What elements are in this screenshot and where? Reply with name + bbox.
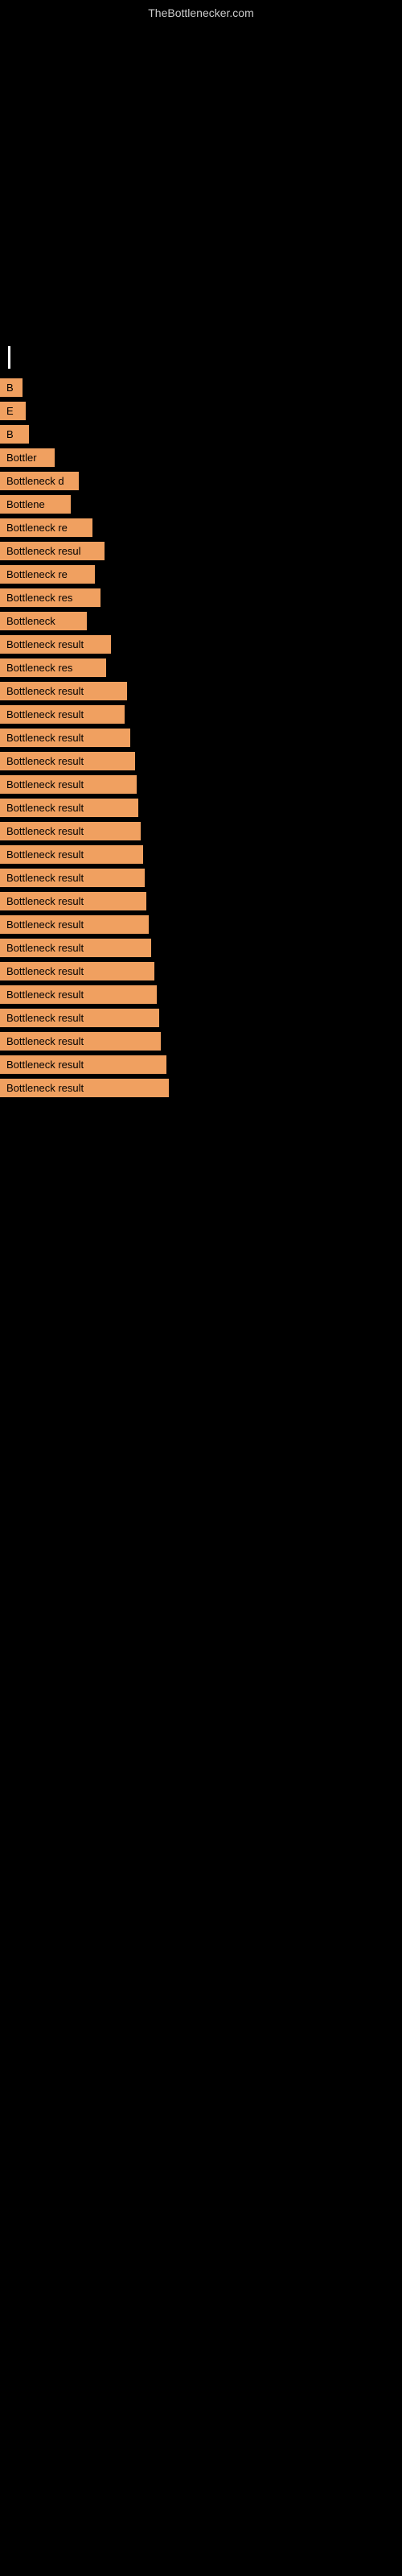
bottleneck-item-6: Bottlene bbox=[0, 495, 71, 514]
bottleneck-item-1: B bbox=[0, 378, 23, 397]
bottleneck-item-21: Bottleneck result bbox=[0, 845, 143, 864]
bottleneck-item-25: Bottleneck result bbox=[0, 939, 151, 957]
bottleneck-item-28: Bottleneck result bbox=[0, 1009, 159, 1027]
bottleneck-item-10: Bottleneck res bbox=[0, 588, 100, 607]
bottleneck-item-11: Bottleneck bbox=[0, 612, 87, 630]
bottleneck-item-3: B bbox=[0, 425, 29, 444]
bottleneck-item-16: Bottleneck result bbox=[0, 729, 130, 747]
text-cursor bbox=[8, 346, 10, 369]
site-title: TheBottlenecker.com bbox=[148, 6, 254, 19]
bottleneck-item-24: Bottleneck result bbox=[0, 915, 149, 934]
bottleneck-item-31: Bottleneck result bbox=[0, 1079, 169, 1097]
bottleneck-item-2: E bbox=[0, 402, 26, 420]
bottleneck-item-18: Bottleneck result bbox=[0, 775, 137, 794]
bottleneck-item-23: Bottleneck result bbox=[0, 892, 146, 910]
bottleneck-item-19: Bottleneck result bbox=[0, 799, 138, 817]
bottleneck-list: BEB Bottler Bottleneck d Bottlene Bottleneck… bbox=[0, 378, 402, 1102]
bottleneck-item-5: Bottleneck d bbox=[0, 472, 79, 490]
bottleneck-item-22: Bottleneck result bbox=[0, 869, 145, 887]
bottleneck-item-13: Bottleneck res bbox=[0, 658, 106, 677]
bottleneck-item-7: Bottleneck re bbox=[0, 518, 92, 537]
bottleneck-item-4: Bottler bbox=[0, 448, 55, 467]
bottleneck-item-30: Bottleneck result bbox=[0, 1055, 166, 1074]
bottleneck-item-17: Bottleneck result bbox=[0, 752, 135, 770]
bottleneck-item-9: Bottleneck re bbox=[0, 565, 95, 584]
bottleneck-item-26: Bottleneck result bbox=[0, 962, 154, 980]
bottleneck-item-20: Bottleneck result bbox=[0, 822, 141, 840]
bottleneck-item-12: Bottleneck result bbox=[0, 635, 111, 654]
bottleneck-item-8: Bottleneck resul bbox=[0, 542, 105, 560]
bottleneck-item-29: Bottleneck result bbox=[0, 1032, 161, 1051]
bottleneck-item-27: Bottleneck result bbox=[0, 985, 157, 1004]
bottleneck-item-15: Bottleneck result bbox=[0, 705, 125, 724]
bottleneck-item-14: Bottleneck result bbox=[0, 682, 127, 700]
